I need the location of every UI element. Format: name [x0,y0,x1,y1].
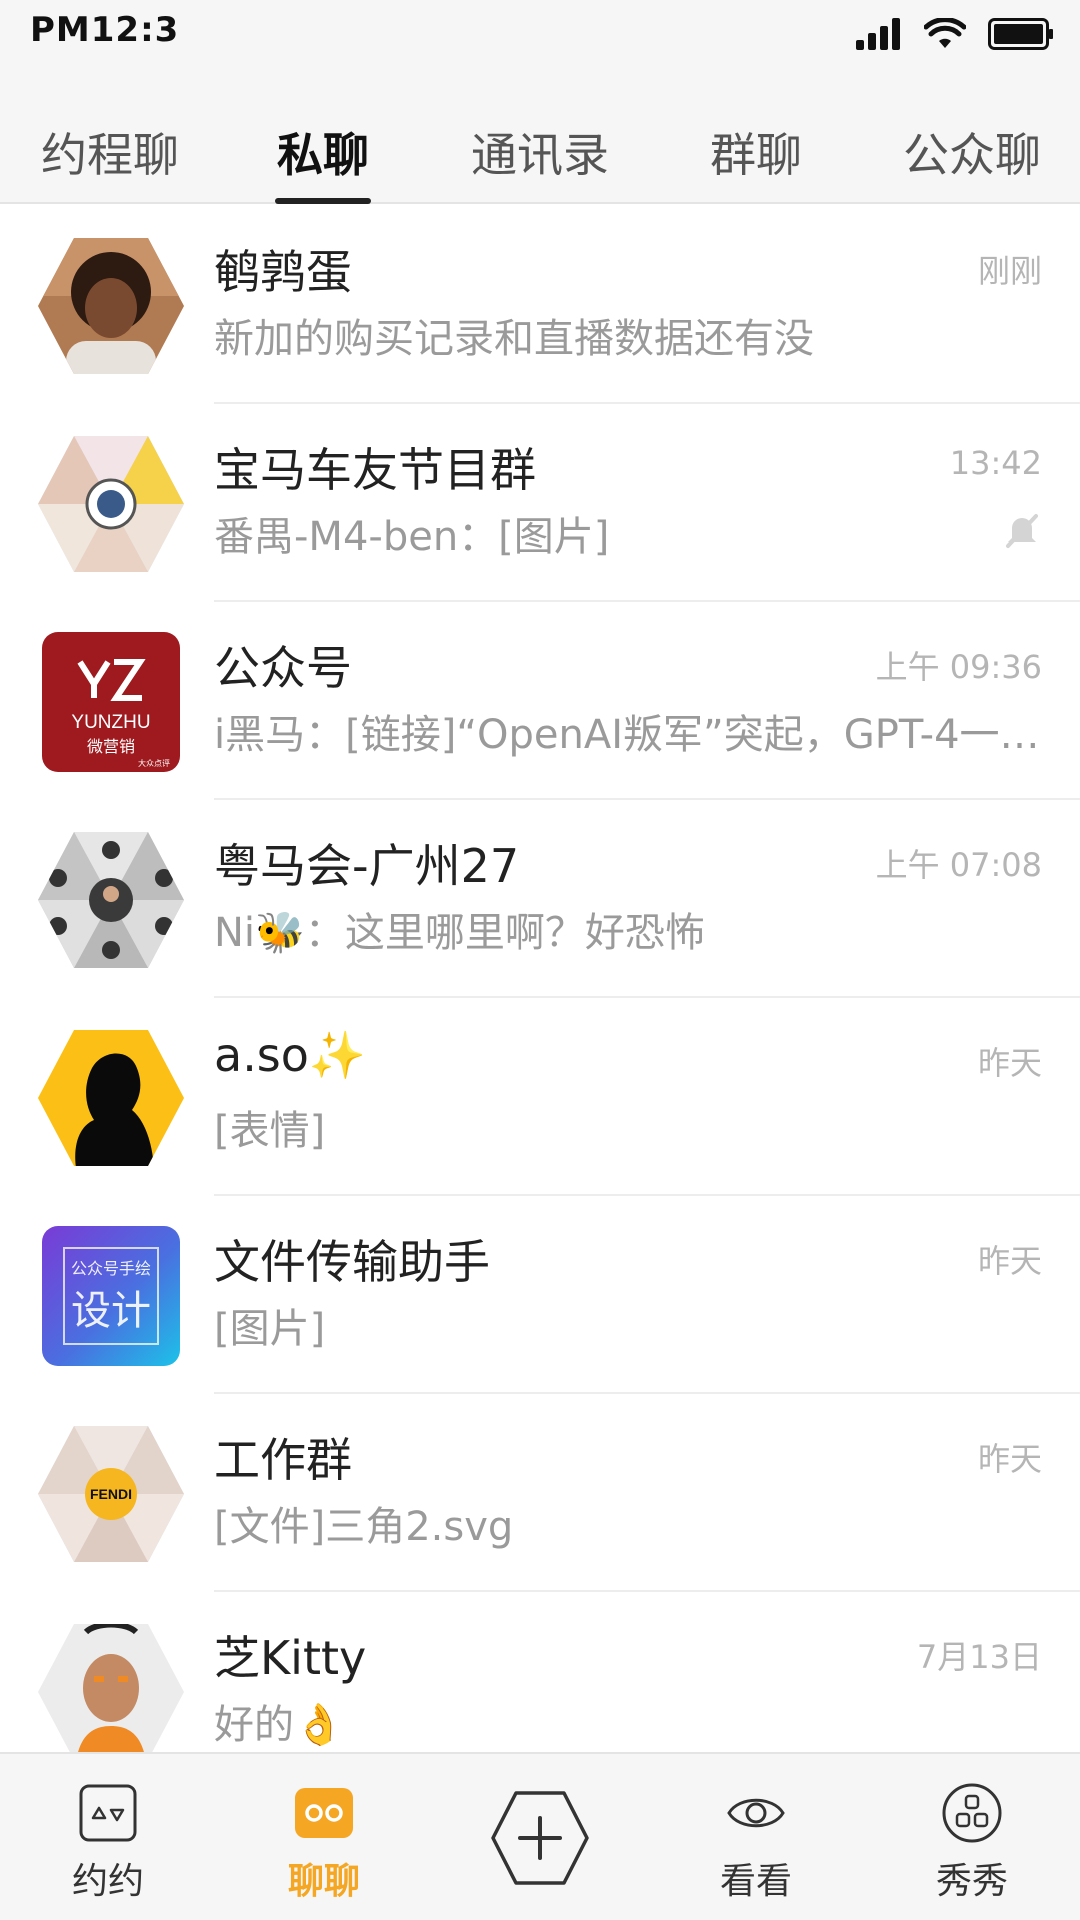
chat-name: 鹌鹑蛋 [214,245,352,299]
avatar: YUNZHU 微营销 大众点评 [36,632,186,772]
plus-hexagon-icon[interactable] [490,1790,590,1886]
chat-time: 13:42 [949,444,1042,482]
chat-time: 上午 07:08 [875,846,1042,884]
nav-item-xiuxiu[interactable]: 秀秀 [902,1782,1042,1912]
status-time: PM12:3 [30,10,180,50]
chat-preview: [文件]三角2.svg [214,1504,514,1550]
top-tabs: 约程聊 私聊 通讯录 群聊 公众聊 [0,80,1080,204]
chat-list: 鹌鹑蛋 刚刚 新加的购买记录和直播数据还有没 宝马车友节目群 13:42 番禺-… [0,206,1080,1752]
wifi-icon [924,18,966,48]
avatar-brand-text: YUNZHU [71,712,150,733]
status-bar: PM12:3 [0,0,1080,80]
tab-contacts[interactable]: 通讯录 [452,120,628,204]
tab-itinerary-chat[interactable]: 约程聊 [20,120,200,204]
tab-label: 群聊 [710,128,802,182]
signal-icon [856,18,900,50]
chat-preview: [表情] [214,1108,326,1154]
chat-name: 文件传输助手 [214,1235,490,1289]
chat-name: 芝Kitty [214,1631,367,1685]
chat-preview: 番禺-M4-ben：[图片] [214,514,610,560]
nav-item-yueyue[interactable]: 约约 [38,1782,178,1912]
chat-preview: Ni🐝：这里哪里啊？好恐怖 [214,910,705,956]
chat-name: a.so✨ [214,1028,367,1082]
chat-item[interactable]: FENDI 工作群 昨天 [文件]三角2.svg [0,1394,1080,1592]
chat-preview: 新加的购买记录和直播数据还有没 [214,316,814,362]
chat-time: 7月13日 [916,1638,1042,1676]
chat-name: 工作群 [214,1433,352,1487]
chat-bubble-icon [295,1788,353,1838]
avatar [36,236,186,376]
nav-label: 聊聊 [287,1861,360,1902]
calendar-icon [79,1784,137,1842]
chat-item[interactable]: 宝马车友节目群 13:42 番禺-M4-ben：[图片] [0,404,1080,602]
chat-time: 刚刚 [977,252,1042,290]
tab-private-chat[interactable]: 私聊 [246,120,400,204]
battery-icon [988,18,1053,50]
avatar-brand-text: FENDI [90,1486,132,1502]
nav-label: 看看 [719,1861,792,1902]
avatar-brand-text: 公众号手绘 [71,1259,151,1278]
chat-name: 公众号 [214,641,352,695]
nav-label: 秀秀 [935,1861,1008,1902]
chat-time: 上午 09:36 [875,648,1042,686]
tab-label: 约程聊 [41,128,179,182]
avatar: 公众号手绘 设计 [36,1226,186,1366]
avatar: FENDI [36,1424,186,1564]
chat-item[interactable]: YUNZHU 微营销 大众点评 公众号 上午 09:36 i黑马：[链接]“Op… [0,602,1080,800]
tab-label: 通讯录 [471,128,609,182]
status-icons [856,14,1054,54]
tab-label: 公众聊 [903,128,1041,182]
nav-item-kankan[interactable]: 看看 [686,1782,826,1912]
mute-bell-icon [1006,514,1038,548]
chat-preview: [图片] [214,1306,326,1352]
chat-item[interactable]: 芝Kitty 7月13日 好的👌 [0,1592,1080,1752]
tab-underline [275,198,371,204]
chat-preview: 好的👌 [214,1702,344,1748]
chat-item[interactable]: a.so✨ 昨天 [表情] [0,998,1080,1196]
nav-item-liaoliao[interactable]: 聊聊 [254,1782,394,1912]
tab-group-chat[interactable]: 群聊 [686,120,826,204]
avatar-brand-subtitle: 微营销 [87,737,135,756]
avatar [36,1622,186,1752]
eye-icon [727,1798,785,1828]
avatar [36,434,186,574]
tab-label: 私聊 [277,128,369,182]
avatar [36,1028,186,1168]
chat-preview: i黑马：[链接]“OpenAI叛军”突起，GPT-4一夜… [214,712,1054,758]
apps-icon [942,1783,1002,1843]
chat-time: 昨天 [977,1242,1042,1280]
avatar [36,830,186,970]
chat-name: 宝马车友节目群 [214,443,536,497]
chat-item[interactable]: 公众号手绘 设计 文件传输助手 昨天 [图片] [0,1196,1080,1394]
chat-item[interactable]: 鹌鹑蛋 刚刚 新加的购买记录和直播数据还有没 [0,206,1080,404]
chat-name: 粤马会-广州27 [214,839,520,893]
nav-label: 约约 [71,1861,144,1902]
chat-item[interactable]: 粤马会-广州27 上午 07:08 Ni🐝：这里哪里啊？好恐怖 [0,800,1080,998]
avatar-brand-subtitle: 设计 [71,1288,151,1334]
avatar-brand-tag: 大众点评 [138,758,170,768]
bottom-nav: 约约 聊聊 看看 秀秀 [0,1752,1080,1920]
chat-time: 昨天 [977,1044,1042,1082]
chat-time: 昨天 [977,1440,1042,1478]
tab-public-chat[interactable]: 公众聊 [884,120,1060,204]
